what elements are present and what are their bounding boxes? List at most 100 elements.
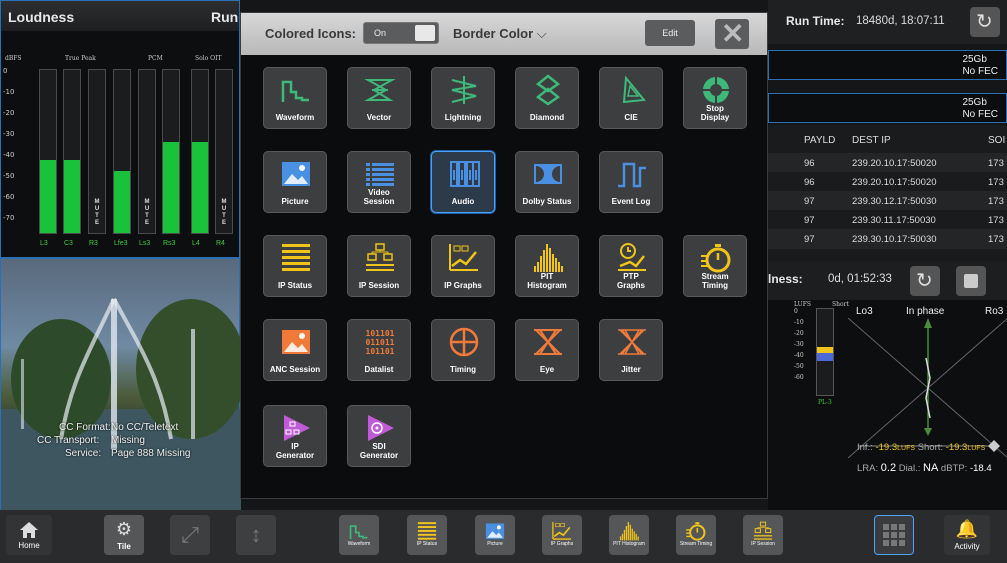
tile-jitter[interactable]: Jitter bbox=[599, 319, 663, 381]
reset-loudness-button[interactable]: ↻ bbox=[910, 266, 940, 296]
dock-app-label: Picture bbox=[487, 541, 503, 547]
loudness-runtime-value: 0d, 01:52:33 bbox=[828, 273, 892, 285]
tile-anc-session[interactable]: ANC Session bbox=[263, 319, 327, 381]
dock-app-ip-status[interactable]: IP Status bbox=[407, 515, 447, 555]
dbfs-tick: -30 bbox=[3, 130, 15, 138]
table-cell: 96 bbox=[804, 177, 815, 188]
activity-button[interactable]: 🔔 Activity bbox=[944, 515, 990, 555]
table-row[interactable]: 96 239.20.10.17:50020 173 bbox=[768, 172, 1007, 192]
table-cell: 173 bbox=[988, 158, 1004, 169]
short-header: Short bbox=[832, 301, 849, 308]
loudness-label-partial: lness: bbox=[768, 272, 803, 286]
tile-lightning[interactable]: Lightning bbox=[431, 67, 495, 129]
close-button[interactable]: ✕ bbox=[715, 18, 749, 49]
vertical-arrows-icon: ↕ bbox=[250, 522, 262, 547]
mute-indicator: M U T E bbox=[144, 199, 150, 226]
tile-event-log[interactable]: Event Log bbox=[599, 151, 663, 213]
table-cell: 239.30.11.17:50030 bbox=[852, 215, 936, 226]
table-row[interactable]: 97 239.30.12.17:50030 173 bbox=[768, 191, 1007, 211]
colored-icons-toggle[interactable]: On bbox=[363, 22, 439, 44]
stop-loudness-button[interactable] bbox=[956, 266, 986, 296]
inphase-label: In phase bbox=[906, 306, 945, 317]
table-cell: 96 bbox=[804, 158, 815, 169]
tile-label: ANC Session bbox=[269, 365, 321, 374]
tile-grid-button[interactable] bbox=[874, 515, 914, 555]
reset-runtime-button[interactable]: ↻ bbox=[970, 7, 1000, 37]
edit-button[interactable]: Edit bbox=[645, 20, 695, 46]
channel-meter: M U T E bbox=[138, 69, 156, 234]
runtime-bar: Run Time: 18480d, 18:07:11 ↻ bbox=[768, 0, 1007, 44]
video-picture: CC Format: No CC/Teletext CC Transport: … bbox=[0, 258, 241, 511]
tile-timing[interactable]: Timing bbox=[431, 319, 495, 381]
short-value: -19.3 bbox=[945, 442, 968, 453]
meter-level-fill bbox=[40, 159, 56, 233]
short-unit: LUFS bbox=[967, 445, 986, 452]
tile-ip-status[interactable]: IP Status bbox=[263, 235, 327, 297]
svg-text:101101: 101101 bbox=[366, 347, 395, 356]
dock-app-picture[interactable]: Picture bbox=[475, 515, 515, 555]
svg-text:101101: 101101 bbox=[366, 329, 395, 338]
ip-stream-row-1[interactable]: 25Gb No FEC bbox=[768, 50, 1007, 80]
tile-ptp-graphs[interactable]: PTP Graphs bbox=[599, 235, 663, 297]
col-destip: DEST IP bbox=[852, 135, 891, 146]
tile-label: Jitter bbox=[621, 365, 641, 374]
tile-ip-session[interactable]: IP Session bbox=[347, 235, 411, 297]
dock-app-ip-session[interactable]: IP Session bbox=[743, 515, 783, 555]
dock-app-pit-histogram[interactable]: PIT Histogram bbox=[609, 515, 649, 555]
dock-app-ip-graphs[interactable]: IP Graphs bbox=[542, 515, 582, 555]
tile-label: Eye bbox=[539, 365, 555, 374]
table-cell: 239.30.10.17:50030 bbox=[852, 234, 937, 245]
table-cell: 97 bbox=[804, 196, 815, 207]
tile-stream-timing[interactable]: Stream Timing bbox=[683, 235, 747, 297]
table-row[interactable]: 97 239.30.10.17:50030 173 bbox=[768, 229, 1007, 249]
channel-meter: M U T E bbox=[215, 69, 233, 234]
ip-stream-row-2[interactable]: 25Gb No FEC bbox=[768, 93, 1007, 123]
tile-diamond[interactable]: Diamond bbox=[515, 67, 579, 129]
tile-eye[interactable]: Eye bbox=[515, 319, 579, 381]
dbtp-label: dBTP: bbox=[940, 463, 968, 474]
table-row[interactable]: 97 239.30.11.17:50030 173 bbox=[768, 210, 1007, 230]
run-label: Run bbox=[211, 9, 239, 25]
border-color-dropdown[interactable]: Border Color ⌵ bbox=[453, 26, 547, 42]
fullscreen-button[interactable]: ⤢ bbox=[170, 515, 210, 555]
tile-audio[interactable]: Audio bbox=[431, 151, 495, 213]
activity-label: Activity bbox=[954, 542, 980, 551]
table-cell: 97 bbox=[804, 215, 815, 226]
tile-label: Timing bbox=[449, 365, 477, 374]
tile-waveform[interactable]: Waveform bbox=[263, 67, 327, 129]
dock-app-label: IP Graphs bbox=[550, 541, 574, 547]
tile-dolby-status[interactable]: Dolby Status bbox=[515, 151, 579, 213]
tile-picture[interactable]: Picture bbox=[263, 151, 327, 213]
tile-video-session[interactable]: Video Session bbox=[347, 151, 411, 213]
dock-app-waveform[interactable]: Waveform bbox=[339, 515, 379, 555]
tile-button[interactable]: ⚙ Tile bbox=[104, 515, 144, 555]
table-row[interactable]: 96 239.20.10.17:50020 173 bbox=[768, 153, 1007, 173]
dbfs-tick: -20 bbox=[3, 109, 15, 117]
meter-range-band bbox=[817, 353, 833, 361]
tile-vector[interactable]: Vector bbox=[347, 67, 411, 129]
dbfs-tick: 0 bbox=[3, 67, 8, 75]
move-button[interactable]: ↕ bbox=[236, 515, 276, 555]
tile-pit-histogram[interactable]: PIT Histogram bbox=[515, 235, 579, 297]
channel-meter bbox=[63, 69, 81, 234]
lra-value: 0.2 bbox=[880, 462, 897, 474]
pcm-header: PCM bbox=[148, 55, 163, 62]
tile-cie[interactable]: CIE bbox=[599, 67, 663, 129]
solo-header: Solo OIT bbox=[195, 55, 222, 62]
tile-stop-display[interactable]: Stop Display bbox=[683, 67, 747, 129]
tile-label: IP Session bbox=[358, 281, 400, 290]
lra-label: LRA: bbox=[857, 463, 879, 474]
tile-sdi-generator[interactable]: SDI Generator bbox=[347, 405, 411, 467]
tile-ip-generator[interactable]: IP Generator bbox=[263, 405, 327, 467]
loudness-phase-panel: LUFS Short 0 -10 -20 -30 -40 -50 -60 PL-3 Lo3 … bbox=[768, 300, 1007, 510]
dock-app-label: IP Status bbox=[416, 541, 438, 547]
tile-datalist[interactable]: 101101 011011 101101 Datalist bbox=[347, 319, 411, 381]
home-button[interactable]: Home bbox=[6, 515, 52, 555]
dock-app-stream-timing[interactable]: Stream Timing bbox=[676, 515, 716, 555]
table-cell: 173 bbox=[988, 215, 1004, 226]
loudness-runtime-bar: lness: 0d, 01:52:33 ↻ bbox=[768, 262, 1007, 300]
tile-label: PIT Histogram bbox=[527, 272, 567, 290]
tile-ip-graphs[interactable]: IP Graphs bbox=[431, 235, 495, 297]
tile-label: Diamond bbox=[529, 113, 565, 122]
col-payld: PAYLD bbox=[804, 135, 836, 146]
